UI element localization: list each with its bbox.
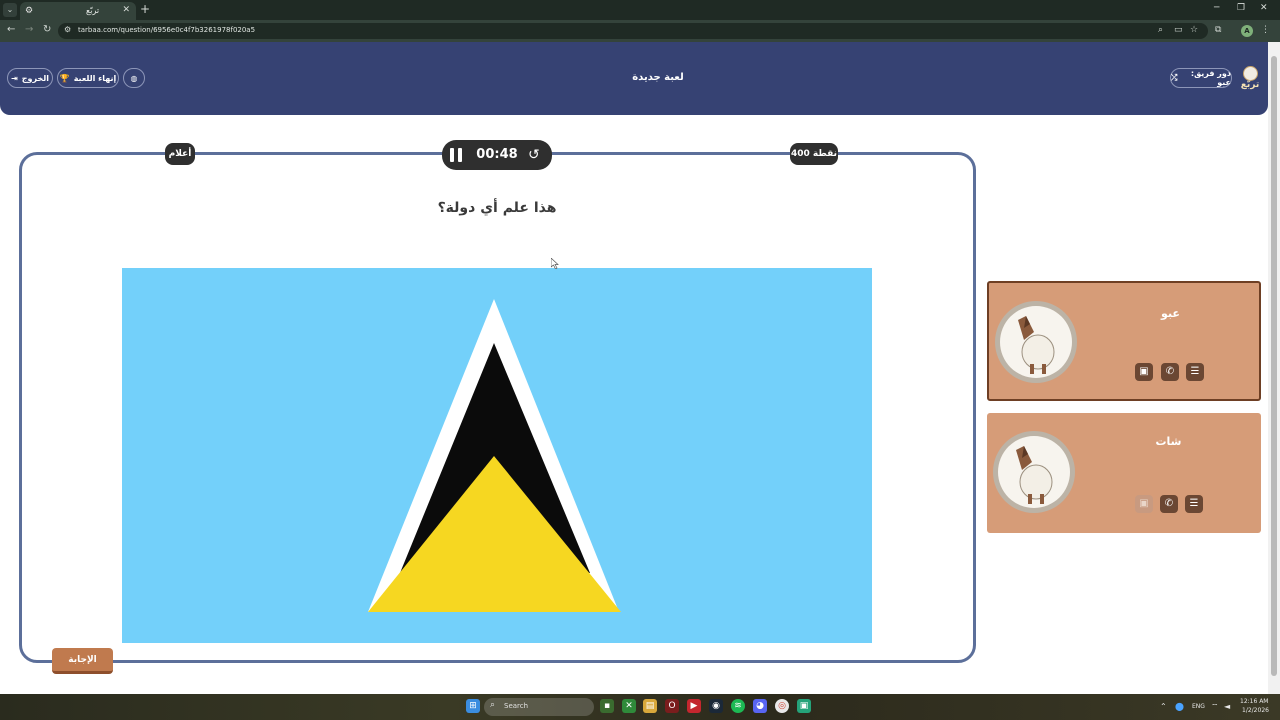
horse-mascot-icon	[1016, 446, 1053, 504]
extensions-icon[interactable]: ⧉	[1215, 25, 1221, 35]
reload-icon[interactable]: ↻	[43, 24, 51, 35]
horse-mascot-icon	[1018, 316, 1055, 374]
exit-label: الخروج	[21, 73, 49, 83]
page-title: لعبة جديدة	[632, 72, 684, 83]
maximize-icon[interactable]: ❐	[1237, 3, 1245, 13]
site-info-icon[interactable]: ⚙	[64, 25, 71, 34]
end-game-button[interactable]: إنهاء اللعبة 🏆	[57, 68, 119, 88]
points-badge: 400 نقطة	[790, 143, 838, 165]
clock-time[interactable]: 12:16 AM	[1240, 698, 1268, 705]
tab-title: تربّع	[86, 6, 100, 15]
phone-lifeline-icon[interactable]: ✆	[1161, 363, 1179, 381]
tray-app-icon[interactable]: ⬤	[1175, 702, 1184, 711]
mouse-cursor-icon	[551, 258, 559, 269]
category-label: أعلام	[168, 149, 192, 159]
spotify-icon[interactable]: ≋	[731, 699, 745, 713]
language-button[interactable]: ◍	[123, 68, 145, 88]
globe-icon: ◍	[130, 73, 138, 83]
photo-lifeline-icon[interactable]: ▣	[1135, 495, 1153, 513]
active-app-icon[interactable]: ▣	[797, 699, 811, 713]
new-tab-icon[interactable]: +	[140, 2, 150, 16]
logo-text: تربّع	[1240, 80, 1260, 90]
app-header: الخروج ⇥ إنهاء اللعبة 🏆 ◍ لعبة جديدة دور…	[0, 42, 1268, 115]
xbox-icon[interactable]: ✕	[622, 699, 636, 713]
steam-icon[interactable]: ◉	[709, 699, 723, 713]
flag-image	[122, 268, 872, 643]
photo-lifeline-icon[interactable]: ▣	[1135, 363, 1153, 381]
minimize-icon[interactable]: ─	[1214, 3, 1219, 13]
shuffle-icon: ⤮	[1171, 73, 1178, 82]
timer-control: 00:48 ↺	[442, 140, 552, 170]
start-icon[interactable]: ⊞	[466, 699, 480, 713]
end-game-label: إنهاء اللعبة	[73, 73, 117, 83]
list-lifeline-icon[interactable]: ☰	[1186, 363, 1204, 381]
back-icon[interactable]: ←	[7, 24, 15, 35]
address-bar: ← → ↻ ⚙ tarbaa.com/question/6956e0c4f7b3…	[0, 20, 1280, 42]
language-indicator[interactable]: ENG	[1192, 703, 1205, 710]
team-name: عبو	[1161, 307, 1180, 320]
profile-avatar[interactable]: A	[1241, 25, 1253, 37]
team-turn-label: دور فريق: عبو	[1190, 69, 1231, 87]
pause-icon[interactable]	[450, 148, 463, 162]
clock-date[interactable]: 1/2/2026	[1242, 707, 1269, 714]
browser-menu-icon[interactable]: ⋮	[1261, 25, 1270, 35]
app-red-icon[interactable]: ▶	[687, 699, 701, 713]
trophy-icon: 🏆	[59, 73, 70, 83]
chrome-icon[interactable]: ◎	[775, 699, 789, 713]
list-lifeline-icon[interactable]: ☰	[1185, 495, 1203, 513]
site-logo[interactable]: تربّع	[1236, 66, 1264, 96]
file-explorer-icon[interactable]: ▤	[643, 699, 657, 713]
search-icon: ⌕	[490, 700, 496, 710]
team-avatar	[995, 301, 1077, 383]
logo-emblem-icon	[1243, 66, 1258, 81]
team-name: شات	[1155, 435, 1182, 448]
window-close-icon[interactable]: ✕	[1260, 3, 1268, 13]
wifi-icon[interactable]: ⌔	[1211, 702, 1219, 712]
tab-close-icon[interactable]: ✕	[122, 5, 130, 15]
settings-favicon-icon: ⚙	[25, 6, 34, 16]
zoom-icon[interactable]: ⌕	[1158, 25, 1163, 35]
tab-search-icon[interactable]: ⌄	[3, 3, 17, 17]
team-avatar	[993, 431, 1075, 513]
bookmark-star-icon[interactable]: ☆	[1190, 25, 1198, 35]
category-badge: أعلام	[165, 143, 195, 165]
team-turn-button[interactable]: دور فريق: عبو ⤮	[1170, 68, 1232, 88]
search-placeholder: Search	[504, 702, 529, 710]
opera-icon[interactable]: O	[665, 699, 679, 713]
team-card-2: شات ▣ ✆ ☰	[987, 413, 1261, 533]
points-label: 400 نقطة	[790, 149, 837, 159]
browser-tab[interactable]: ⚙ تربّع ✕	[20, 2, 136, 20]
forward-icon[interactable]: →	[25, 24, 33, 35]
browser-tab-bar: ⌄ ⚙ تربّع ✕ + ─ ❐ ✕	[0, 0, 1280, 20]
tray-chevron-icon[interactable]: ⌃	[1160, 702, 1167, 711]
discord-icon[interactable]: ◕	[753, 699, 767, 713]
taskbar-search[interactable]: ⌕ Search	[484, 698, 594, 716]
question-text: هذا علم أي دولة؟	[437, 200, 557, 216]
url-field[interactable]: ⚙ tarbaa.com/question/6956e0c4f7b3261978…	[58, 23, 1208, 39]
exit-button[interactable]: الخروج ⇥	[7, 68, 53, 88]
url-text: tarbaa.com/question/6956e0c4f7b3261978f0…	[78, 26, 256, 34]
app-icon[interactable]: ▪	[600, 699, 614, 713]
page-scrollbar[interactable]	[1268, 42, 1280, 694]
phone-lifeline-icon[interactable]: ✆	[1160, 495, 1178, 513]
taskbar: ⊞ ⌕ Search ▪ ✕ ▤ O ▶ ◉ ≋ ◕ ◎ ▣ ⌃ ⬤ ENG ⌔…	[0, 694, 1280, 720]
volume-icon[interactable]: ◄	[1224, 702, 1230, 711]
reset-timer-icon[interactable]: ↺	[528, 147, 544, 163]
timer-value: 00:48	[476, 147, 518, 162]
exit-icon: ⇥	[11, 73, 18, 83]
cast-icon[interactable]: ▭	[1174, 25, 1183, 35]
scrollbar-thumb[interactable]	[1271, 56, 1277, 676]
team-card-1: عبو ▣ ✆ ☰	[987, 281, 1261, 401]
answer-button[interactable]: الإجابة	[52, 648, 113, 674]
